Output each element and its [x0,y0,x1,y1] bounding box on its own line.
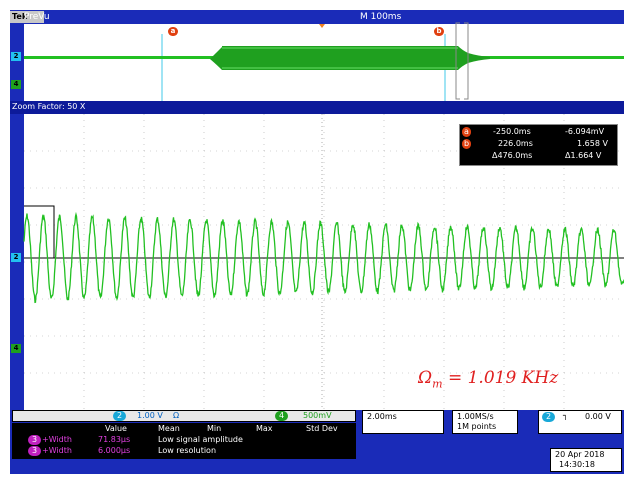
cursor-b-value: 1.658 V [577,139,608,148]
date: 20 Apr 2018 [555,450,605,459]
oscilloscope-screen: Tek PreVu M 100ms a b 2 4 Zoom Factor: 5… [10,10,624,474]
cursor-b-time: 226.0ms [498,139,533,148]
sample-rate-box[interactable]: 1.00MS/s 1M points [452,410,518,434]
frequency-equation: = 1.019 KHz [442,368,559,388]
cursor-a-value: -6.094mV [565,127,605,136]
time: 14:30:18 [559,460,595,469]
measure-header-stddev: Std Dev [306,424,338,433]
measure-header-value: Value [105,424,127,433]
omega-subscript: m [432,377,443,391]
trigger-level: 0.00 V [585,412,611,421]
cursor-a-time: -250.0ms [493,127,531,136]
trigger-channel-badge: 2 [542,412,556,422]
cursor-a-badge: a [462,127,471,137]
cursor-delta-value: Δ1.664 V [565,151,602,160]
horizontal-scale: 2.00ms [367,412,397,421]
measure-header-max: Max [256,424,273,433]
ch4-badge[interactable]: 4 [275,411,289,421]
frequency-annotation: Ωm = 1.019 KHz [418,368,558,390]
record-length: 1M points [457,422,497,431]
measure-row2-value: 6.000µs [98,446,131,455]
ch2-scale: 1.00 V [137,411,163,420]
cursor-readout: a -250.0ms -6.094mV b 226.0ms 1.658 V Δ4… [459,124,618,166]
zoom-waveform-graticule [23,114,624,410]
cursor-delta-time: Δ476.0ms [492,151,533,160]
channel-4-zoom-marker[interactable]: 4 [11,344,21,353]
measure-row1-note: Low signal amplitude [158,435,243,444]
channel-scale-bar[interactable]: 2 1.00 V Ω 4 500mV [12,410,356,422]
bottom-status-area: 2 1.00 V Ω 4 500mV 2.00ms 1.00MS/s 1M po… [10,410,624,474]
ch2-badge[interactable]: 2 [113,411,127,421]
measure-row2-channel: 3 [28,446,42,456]
horizontal-scale-box[interactable]: 2.00ms [362,410,444,434]
trigger-slope-icon: ┐ [563,411,568,420]
measure-header-mean: Mean [158,424,180,433]
measure-row1-value: 71.83µs [98,435,131,444]
measure-row1-channel: 3 [28,435,42,445]
date-time-box: 20 Apr 2018 14:30:18 [550,448,622,472]
omega-symbol: Ω [418,368,433,388]
measure-row2-name: +Width [42,446,72,455]
sample-rate: 1.00MS/s [457,412,494,421]
trigger-box[interactable]: 2 ┐ 0.00 V [538,410,622,434]
measure-row2-note: Low resolution [158,446,217,455]
cursor-b-badge: b [462,139,472,149]
ch2-impedance: Ω [173,411,180,420]
measure-header-min: Min [207,424,222,433]
ch4-scale: 500mV [303,411,332,420]
measure-row1-name: +Width [42,435,72,444]
channel-2-zoom-marker[interactable]: 2 [11,253,21,262]
